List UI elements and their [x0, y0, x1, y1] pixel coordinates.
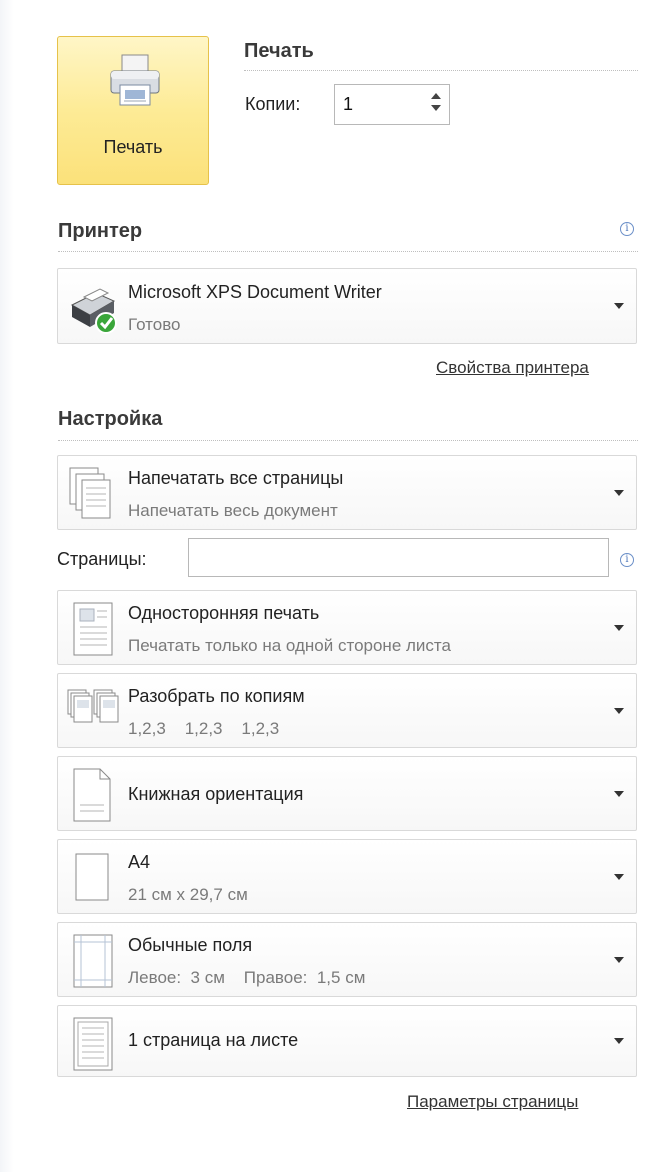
option-subtitle: Печатать только на одной стороне листа	[128, 636, 451, 655]
print-range-select[interactable]: Напечатать все страницы Напечатать весь …	[57, 455, 637, 530]
pages-label: Страницы:	[57, 549, 147, 569]
page-per-sheet-icon	[73, 1017, 113, 1071]
printer-name: Microsoft XPS Document Writer	[128, 282, 382, 302]
pages-input[interactable]	[188, 538, 609, 577]
printer-icon	[70, 288, 117, 334]
chevron-down-icon	[614, 625, 624, 631]
copies-stepper[interactable]: 1	[334, 84, 450, 125]
paper-size-icon	[75, 853, 109, 901]
option-title: Обычные поля	[128, 935, 253, 955]
margins-select[interactable]: Обычные поля Левое: 3 см Правое: 1,5 см	[57, 922, 637, 997]
paper-size-select[interactable]: A4 21 см x 29,7 см	[57, 839, 637, 914]
info-icon[interactable]: i	[620, 222, 634, 236]
printer-section-title: Принтер	[58, 220, 143, 242]
printer-status: Готово	[128, 315, 181, 334]
copies-spinner[interactable]	[429, 91, 443, 119]
one-sided-page-icon	[73, 602, 113, 656]
printer-properties-link[interactable]: Свойства принтера	[436, 358, 589, 378]
option-subtitle: 21 см x 29,7 см	[128, 885, 248, 904]
divider	[58, 440, 638, 441]
printer-icon	[110, 54, 160, 106]
margins-icon	[73, 934, 113, 988]
spin-down-icon[interactable]	[431, 105, 441, 111]
option-title: 1 страница на листе	[128, 1030, 299, 1050]
info-icon[interactable]: i	[620, 553, 634, 567]
print-button[interactable]: Печать	[57, 36, 209, 185]
option-title: Напечатать все страницы	[128, 468, 344, 488]
option-title: Разобрать по копиям	[128, 686, 305, 706]
pages-stack-icon	[69, 467, 111, 519]
pages-per-sheet-select[interactable]: 1 страница на листе	[57, 1005, 637, 1077]
option-subtitle: 1,2,3 1,2,3 1,2,3	[128, 719, 280, 738]
copies-value: 1	[343, 94, 354, 114]
portrait-page-icon	[73, 768, 111, 822]
chevron-down-icon	[614, 303, 624, 309]
page-setup-link[interactable]: Параметры страницы	[407, 1092, 578, 1112]
settings-section-title: Настройка	[58, 408, 163, 430]
option-title: Односторонняя печать	[128, 603, 320, 623]
option-subtitle: Напечатать весь документ	[128, 501, 338, 520]
option-title: Книжная ориентация	[128, 784, 304, 804]
collate-icon	[67, 689, 119, 723]
option-subtitle: Левое: 3 см Правое: 1,5 см	[128, 968, 366, 987]
backstage-edge	[0, 0, 14, 1172]
chevron-down-icon	[614, 708, 624, 714]
print-section-title: Печать	[244, 40, 314, 62]
checkmark-icon	[95, 312, 117, 334]
divider	[244, 70, 638, 71]
option-title: A4	[128, 852, 151, 872]
chevron-down-icon	[614, 791, 624, 797]
chevron-down-icon	[614, 957, 624, 963]
print-button-label: Печать	[103, 137, 163, 157]
copies-label: Копии:	[245, 94, 301, 114]
sides-select[interactable]: Односторонняя печать Печатать только на …	[57, 590, 637, 665]
chevron-down-icon	[614, 490, 624, 496]
chevron-down-icon	[614, 1038, 624, 1044]
spin-up-icon[interactable]	[431, 93, 441, 99]
collate-select[interactable]: Разобрать по копиям 1,2,3 1,2,3 1,2,3	[57, 673, 637, 748]
orientation-select[interactable]: Книжная ориентация	[57, 756, 637, 831]
chevron-down-icon	[614, 874, 624, 880]
printer-select[interactable]: Microsoft XPS Document Writer Готово	[57, 268, 637, 344]
divider	[58, 251, 638, 252]
